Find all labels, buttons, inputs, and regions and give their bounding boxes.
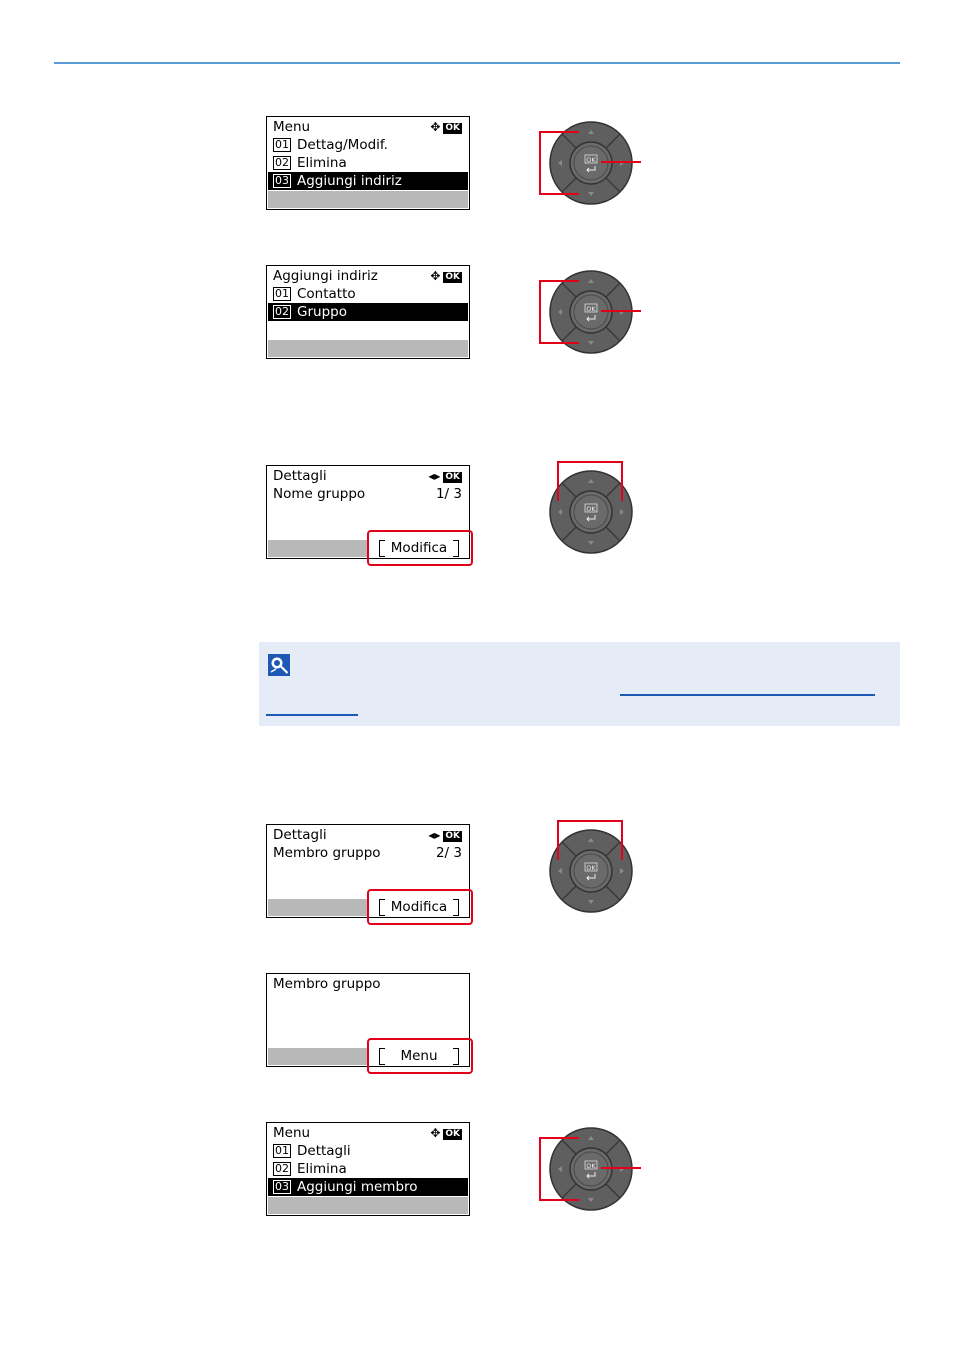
softkey-bar bbox=[268, 899, 367, 916]
detail-line: Nome gruppo 1/ 3 bbox=[273, 486, 462, 502]
page-indicator: 1/ 3 bbox=[435, 486, 462, 502]
note-icon bbox=[268, 654, 290, 676]
callout-bracket bbox=[539, 1199, 579, 1201]
lcd-header: Menu ✥ OK bbox=[273, 1125, 462, 1141]
link-underline[interactable] bbox=[620, 694, 875, 696]
softkey-bar bbox=[268, 1048, 367, 1065]
header-rule bbox=[54, 62, 900, 64]
list-item[interactable]: 02 Elimina bbox=[268, 154, 468, 172]
callout-bracket bbox=[539, 280, 579, 282]
callout-bracket bbox=[621, 820, 623, 860]
softkey-highlight bbox=[367, 889, 473, 925]
lcd-screen-member-menu: Menu ✥ OK 01 Dettagli 02 Elimina 03 Aggiungi… bbox=[266, 1122, 470, 1216]
list-item[interactable]: 01 Dettagli bbox=[268, 1142, 468, 1160]
list-item[interactable]: 02 Elimina bbox=[268, 1160, 468, 1178]
softkey-bar bbox=[268, 191, 468, 208]
lcd-header: Dettagli ◂▸ OK bbox=[273, 468, 462, 484]
callout-bracket bbox=[539, 280, 541, 344]
ok-button-label: OK bbox=[586, 505, 596, 513]
note-box bbox=[259, 642, 900, 726]
list-item-selected[interactable]: 03 Aggiungi indiriz bbox=[268, 172, 468, 190]
callout-bracket bbox=[539, 342, 579, 344]
left-right-arrows-icon: ◂▸ OK bbox=[428, 469, 462, 483]
softkey-highlight bbox=[367, 530, 473, 566]
callout-bracket bbox=[621, 461, 623, 501]
callout-bracket bbox=[557, 461, 559, 501]
callout-line bbox=[601, 161, 641, 163]
callout-bracket bbox=[557, 820, 623, 822]
ok-button-label: OK bbox=[586, 305, 596, 313]
list-item-selected[interactable]: 02 Gruppo bbox=[268, 303, 468, 321]
callout-bracket bbox=[539, 1137, 541, 1201]
navigation-arrows-icon: ✥ OK bbox=[430, 1126, 462, 1140]
ok-button-label: OK bbox=[586, 1162, 596, 1170]
list-item[interactable]: 01 Contatto bbox=[268, 285, 468, 303]
callout-bracket bbox=[557, 820, 559, 860]
callout-bracket bbox=[557, 461, 623, 463]
ok-button-label: OK bbox=[586, 156, 596, 164]
softkey-bar bbox=[268, 340, 468, 357]
lcd-header: Menu ✥ OK bbox=[273, 119, 462, 135]
page-indicator: 2/ 3 bbox=[435, 845, 462, 861]
lcd-screen-add-address: Aggiungi indiriz ✥ OK 01 Contatto 02 Gruppo bbox=[266, 265, 470, 359]
left-right-arrows-icon: ◂▸ OK bbox=[428, 828, 462, 842]
lcd-header: Dettagli ◂▸ OK bbox=[273, 827, 462, 843]
softkey-highlight bbox=[367, 1038, 473, 1074]
callout-bracket bbox=[539, 1137, 579, 1139]
lcd-header: Aggiungi indiriz ✥ OK bbox=[273, 268, 462, 284]
detail-line: Membro gruppo 2/ 3 bbox=[273, 845, 462, 861]
lcd-header: Membro gruppo bbox=[273, 976, 381, 992]
lcd-screen-menu: Menu ✥ OK 01 Dettag/Modif. 02 Elimina 03 Agg… bbox=[266, 116, 470, 210]
navigation-arrows-icon: ✥ OK bbox=[430, 120, 462, 134]
softkey-bar bbox=[268, 540, 367, 557]
navigation-arrows-icon: ✥ OK bbox=[430, 269, 462, 283]
callout-line bbox=[601, 1167, 641, 1169]
callout-bracket bbox=[539, 193, 579, 195]
callout-bracket bbox=[539, 131, 579, 133]
softkey-bar bbox=[268, 1197, 468, 1214]
callout-line bbox=[601, 310, 641, 312]
list-item-selected[interactable]: 03 Aggiungi membro bbox=[268, 1178, 468, 1196]
callout-bracket bbox=[539, 131, 541, 195]
ok-button-label: OK bbox=[586, 864, 596, 872]
link-underline[interactable] bbox=[266, 714, 358, 716]
list-item[interactable]: 01 Dettag/Modif. bbox=[268, 136, 468, 154]
